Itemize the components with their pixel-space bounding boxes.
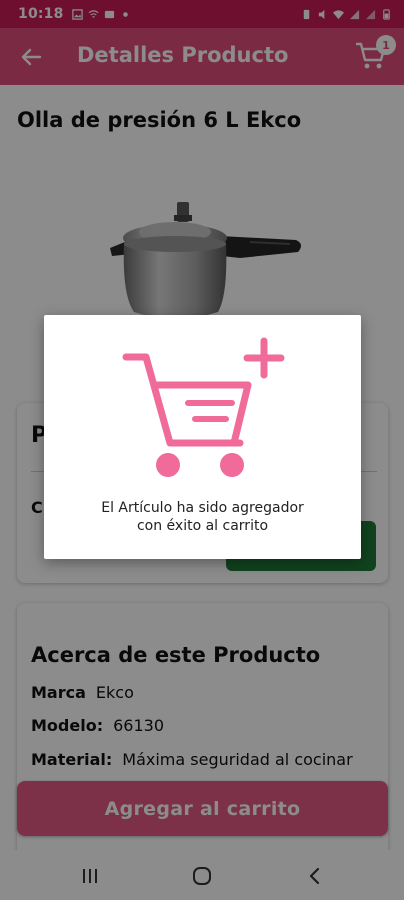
dialog-message: El Artículo ha sido agregador con éxito … xyxy=(44,499,361,535)
dialog-message-line-2: con éxito al carrito xyxy=(136,518,269,534)
screen: 10:18 Detalles Producto 1 Olla de presió… xyxy=(0,0,404,900)
cart-add-icon xyxy=(122,337,285,477)
success-dialog: El Artículo ha sido agregador con éxito … xyxy=(44,315,361,559)
dialog-message-line-1: El Artículo ha sido agregador xyxy=(101,500,304,516)
